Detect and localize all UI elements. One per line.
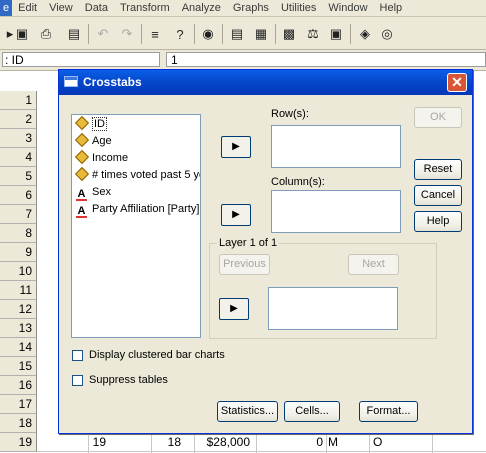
scale-variable-icon [75,150,88,163]
select-cases-icon[interactable]: ▣ [326,24,346,44]
row-header[interactable]: 9 [0,243,37,262]
rows-field[interactable] [271,125,401,168]
grid-cell[interactable]: 19 [88,433,106,452]
row-header[interactable]: 13 [0,319,37,338]
window-icon [64,76,78,87]
grid-cell[interactable]: $28,000 [194,433,250,452]
row-header[interactable]: 11 [0,281,37,300]
cancel-button[interactable]: Cancel [414,185,462,206]
row-header[interactable]: 8 [0,224,37,243]
list-item[interactable]: A Sex [75,184,111,201]
undo-icon[interactable]: ↶ [93,24,113,44]
menu-window[interactable]: Window [322,0,373,16]
row-header[interactable]: 2 [0,110,37,129]
menu-transform[interactable]: Transform [114,0,176,16]
row-header[interactable]: 7 [0,205,37,224]
crosstabs-dialog: Crosstabs ✕ ID Age Income # times voted … [58,69,473,434]
row-header[interactable]: 12 [0,300,37,319]
clustered-bar-label: Display clustered bar charts [89,349,225,361]
list-item[interactable]: Income [75,150,128,166]
cell-value-field[interactable]: 1 [166,52,486,67]
layer-label: Layer 1 of 1 [217,237,280,249]
format-button[interactable]: Format... [359,401,418,422]
dialog-recall-icon[interactable]: ▤ [64,24,84,44]
redo-icon[interactable]: ↷ [117,24,137,44]
grid-cell[interactable]: 18 [151,433,181,452]
cell-editor-bar: : ID 1 [0,50,486,71]
scale-variable-icon [75,116,88,129]
use-sets-icon[interactable]: ◎ [377,24,397,44]
list-item[interactable]: A Party Affiliation [Party] [75,201,199,218]
grid-cell[interactable]: O [373,433,382,452]
variables-icon[interactable]: ? [170,24,190,44]
row-header[interactable]: 17 [0,395,37,414]
help-button[interactable]: Help [414,211,462,232]
list-item[interactable]: Age [75,133,112,149]
dialog-titlebar[interactable]: Crosstabs ✕ [59,70,472,95]
nominal-variable-icon: A [75,188,88,201]
suppress-tables-checkbox[interactable] [72,375,83,386]
value-labels-icon[interactable]: ◈ [355,24,375,44]
row-header[interactable]: 6 [0,186,37,205]
layer-field[interactable] [268,287,398,330]
menu-file[interactable]: e [0,0,13,16]
reset-button[interactable]: Reset [414,159,462,180]
insert-cases-icon[interactable]: ▤ [227,24,247,44]
previous-button[interactable]: Previous [219,254,270,275]
variable-list[interactable]: ID Age Income # times voted past 5 ye AS… [71,114,201,338]
row-header[interactable]: 19 [0,433,37,452]
row-header[interactable]: 5 [0,167,37,186]
menu-data[interactable]: Data [79,0,114,16]
row-header[interactable]: 1 [0,91,37,110]
find-icon[interactable]: ◉ [198,24,218,44]
row-header[interactable]: 3 [0,129,37,148]
columns-label: Column(s): [271,176,325,188]
columns-field[interactable] [271,190,401,233]
row-header[interactable]: 16 [0,376,37,395]
cells-button[interactable]: Cells... [284,401,340,422]
split-file-icon[interactable]: ▩ [279,24,299,44]
move-to-columns-button[interactable]: ▶ [221,204,251,226]
goto-case-icon[interactable]: ≡ [145,24,165,44]
close-button[interactable]: ✕ [447,73,467,92]
suppress-tables-label: Suppress tables [89,374,168,386]
clustered-bar-checkbox[interactable] [72,350,83,361]
menu-analyze[interactable]: Analyze [176,0,227,16]
arrow-right-icon: ▶ [232,141,240,152]
ok-button[interactable]: OK [414,107,462,128]
insert-variable-icon[interactable]: ▦ [251,24,271,44]
list-item[interactable]: # times voted past 5 ye [75,167,200,183]
next-button[interactable]: Next [348,254,399,275]
list-item[interactable]: ID [75,116,107,132]
menu-utilities[interactable]: Utilities [275,0,322,16]
row-header[interactable]: 4 [0,148,37,167]
statistics-button[interactable]: Statistics... [217,401,278,422]
arrow-right-icon: ▶ [230,303,238,314]
row-header[interactable]: 10 [0,262,37,281]
arrow-right-icon: ▶ [232,209,240,220]
weight-cases-icon[interactable]: ⚖ [303,24,323,44]
row-header[interactable]: 18 [0,414,37,433]
menu-edit[interactable]: Edit [12,0,43,16]
move-to-rows-button[interactable]: ▶ [221,136,251,158]
dialog-title: Crosstabs [83,75,142,89]
menu-view[interactable]: View [43,0,79,16]
move-to-layer-button[interactable]: ▶ [219,298,249,320]
print-icon[interactable]: ⎙ [36,24,56,44]
scale-variable-icon [75,133,88,146]
grid-cell[interactable]: 0 [256,433,323,452]
save-icon[interactable]: ▣ [12,24,32,44]
scale-variable-icon [75,167,88,180]
toolbar: ▸ ▣ ⎙ ▤ ↶ ↷ ≡ ? ◉ ▤ ▦ ▩ ⚖ ▣ ◈ ◎ [0,17,486,50]
row-header[interactable]: 14 [0,338,37,357]
nominal-variable-icon: A [75,205,88,218]
menu-help[interactable]: Help [374,0,409,16]
rows-label: Row(s): [271,108,309,120]
row-header[interactable]: 15 [0,357,37,376]
menu-graphs[interactable]: Graphs [227,0,275,16]
grid-cell[interactable]: M [328,433,338,452]
cell-name-field: : ID [2,52,160,67]
menu-bar: e Edit View Data Transform Analyze Graph… [0,0,486,17]
